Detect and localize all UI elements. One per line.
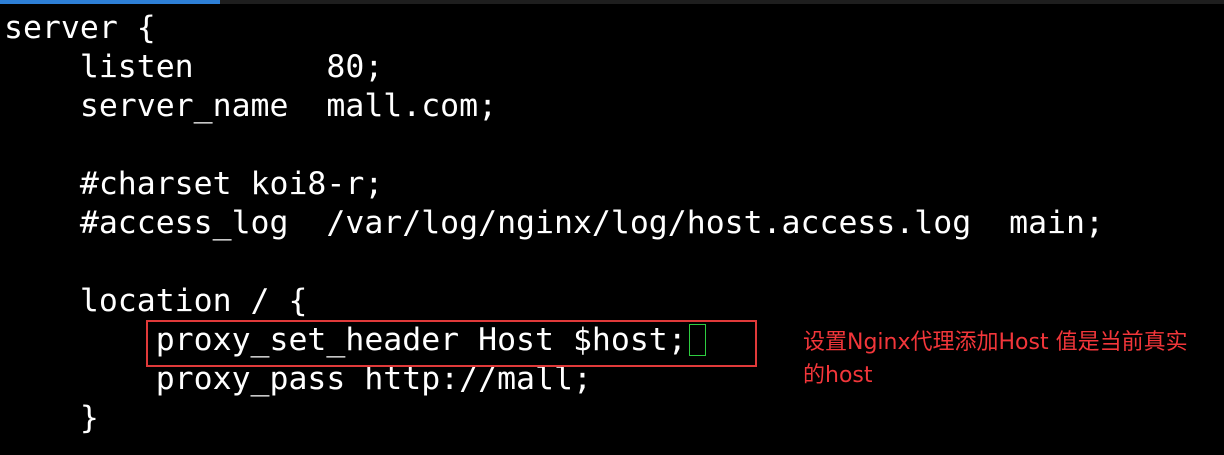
code-line-1: server { [4,10,156,46]
code-line-11: } [4,400,99,436]
code-line-2: listen 80; [4,49,384,85]
highlight-box [146,320,757,367]
code-line-5: #charset koi8-r; [4,166,384,202]
annotation-note: 设置Nginx代理添加Host 值是当前真实的host [803,330,1188,388]
code-line-3: server_name mall.com; [4,88,498,124]
code-line-6: #access_log /var/log/nginx/log/host.acce… [4,205,1104,241]
code-line-8: location / { [4,283,308,319]
